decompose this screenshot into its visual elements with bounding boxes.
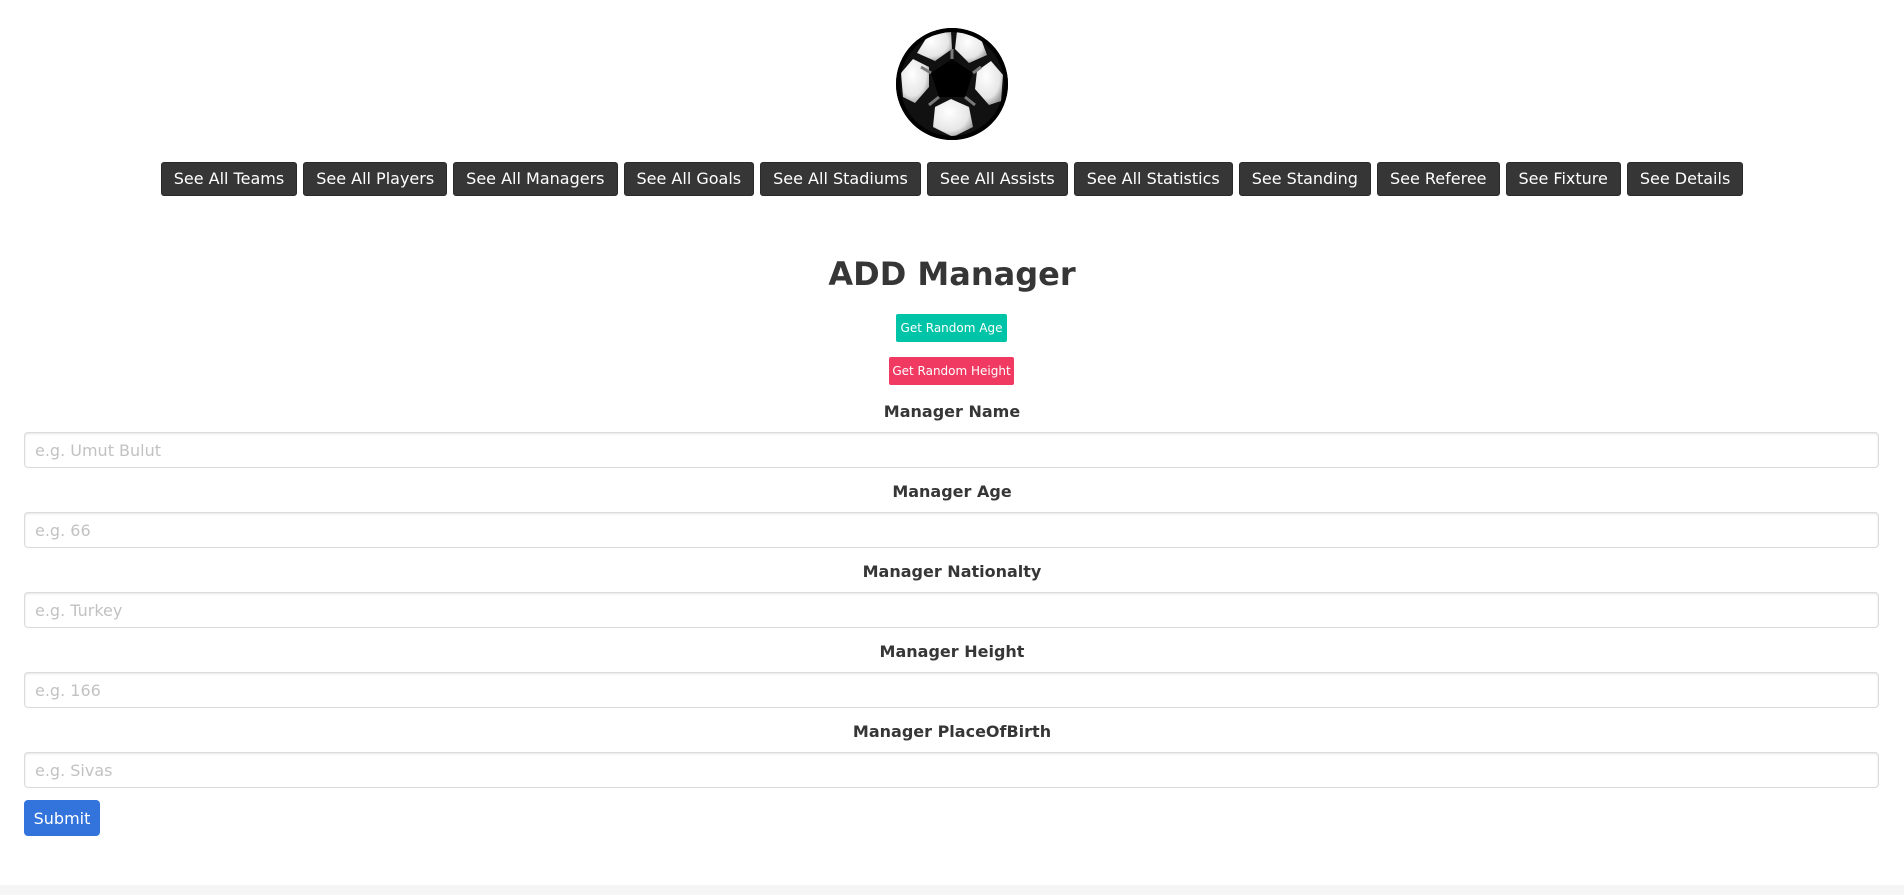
see-all-stadiums-button[interactable]: See All Stadiums bbox=[760, 162, 921, 196]
submit-button[interactable]: Submit bbox=[24, 800, 100, 836]
see-referee-button[interactable]: See Referee bbox=[1376, 162, 1500, 196]
manager-name-input[interactable] bbox=[24, 432, 1879, 468]
manager-height-input[interactable] bbox=[24, 672, 1879, 708]
see-all-goals-button[interactable]: See All Goals bbox=[623, 162, 755, 196]
manager-name-label: Manager Name bbox=[883, 402, 1021, 421]
manager-age-input[interactable] bbox=[24, 512, 1879, 548]
see-all-assists-button[interactable]: See All Assists bbox=[926, 162, 1068, 196]
soccer-ball-icon bbox=[896, 28, 1008, 140]
manager-age-label: Manager Age bbox=[892, 482, 1012, 501]
see-all-players-button[interactable]: See All Players bbox=[303, 162, 448, 196]
page: See All Teams See All Players See All Ma… bbox=[0, 0, 1904, 885]
logo bbox=[0, 27, 1904, 141]
nav-bar: See All Teams See All Players See All Ma… bbox=[0, 162, 1904, 196]
manager-place-of-birth-input[interactable] bbox=[24, 752, 1879, 788]
page-title: ADD Manager bbox=[828, 255, 1076, 293]
manager-nationality-input[interactable] bbox=[24, 592, 1879, 628]
see-all-statistics-button[interactable]: See All Statistics bbox=[1073, 162, 1233, 196]
get-random-height-button[interactable]: Get Random Height bbox=[889, 357, 1014, 385]
get-random-age-button[interactable]: Get Random Age bbox=[896, 314, 1007, 342]
manager-nationality-label: Manager Nationalty bbox=[862, 562, 1042, 581]
manager-place-of-birth-label: Manager PlaceOfBirth bbox=[852, 722, 1052, 741]
see-details-button[interactable]: See Details bbox=[1626, 162, 1744, 196]
see-standing-button[interactable]: See Standing bbox=[1238, 162, 1371, 196]
see-all-managers-button[interactable]: See All Managers bbox=[453, 162, 618, 196]
see-all-teams-button[interactable]: See All Teams bbox=[160, 162, 298, 196]
manager-height-label: Manager Height bbox=[879, 642, 1025, 661]
see-fixture-button[interactable]: See Fixture bbox=[1505, 162, 1621, 196]
